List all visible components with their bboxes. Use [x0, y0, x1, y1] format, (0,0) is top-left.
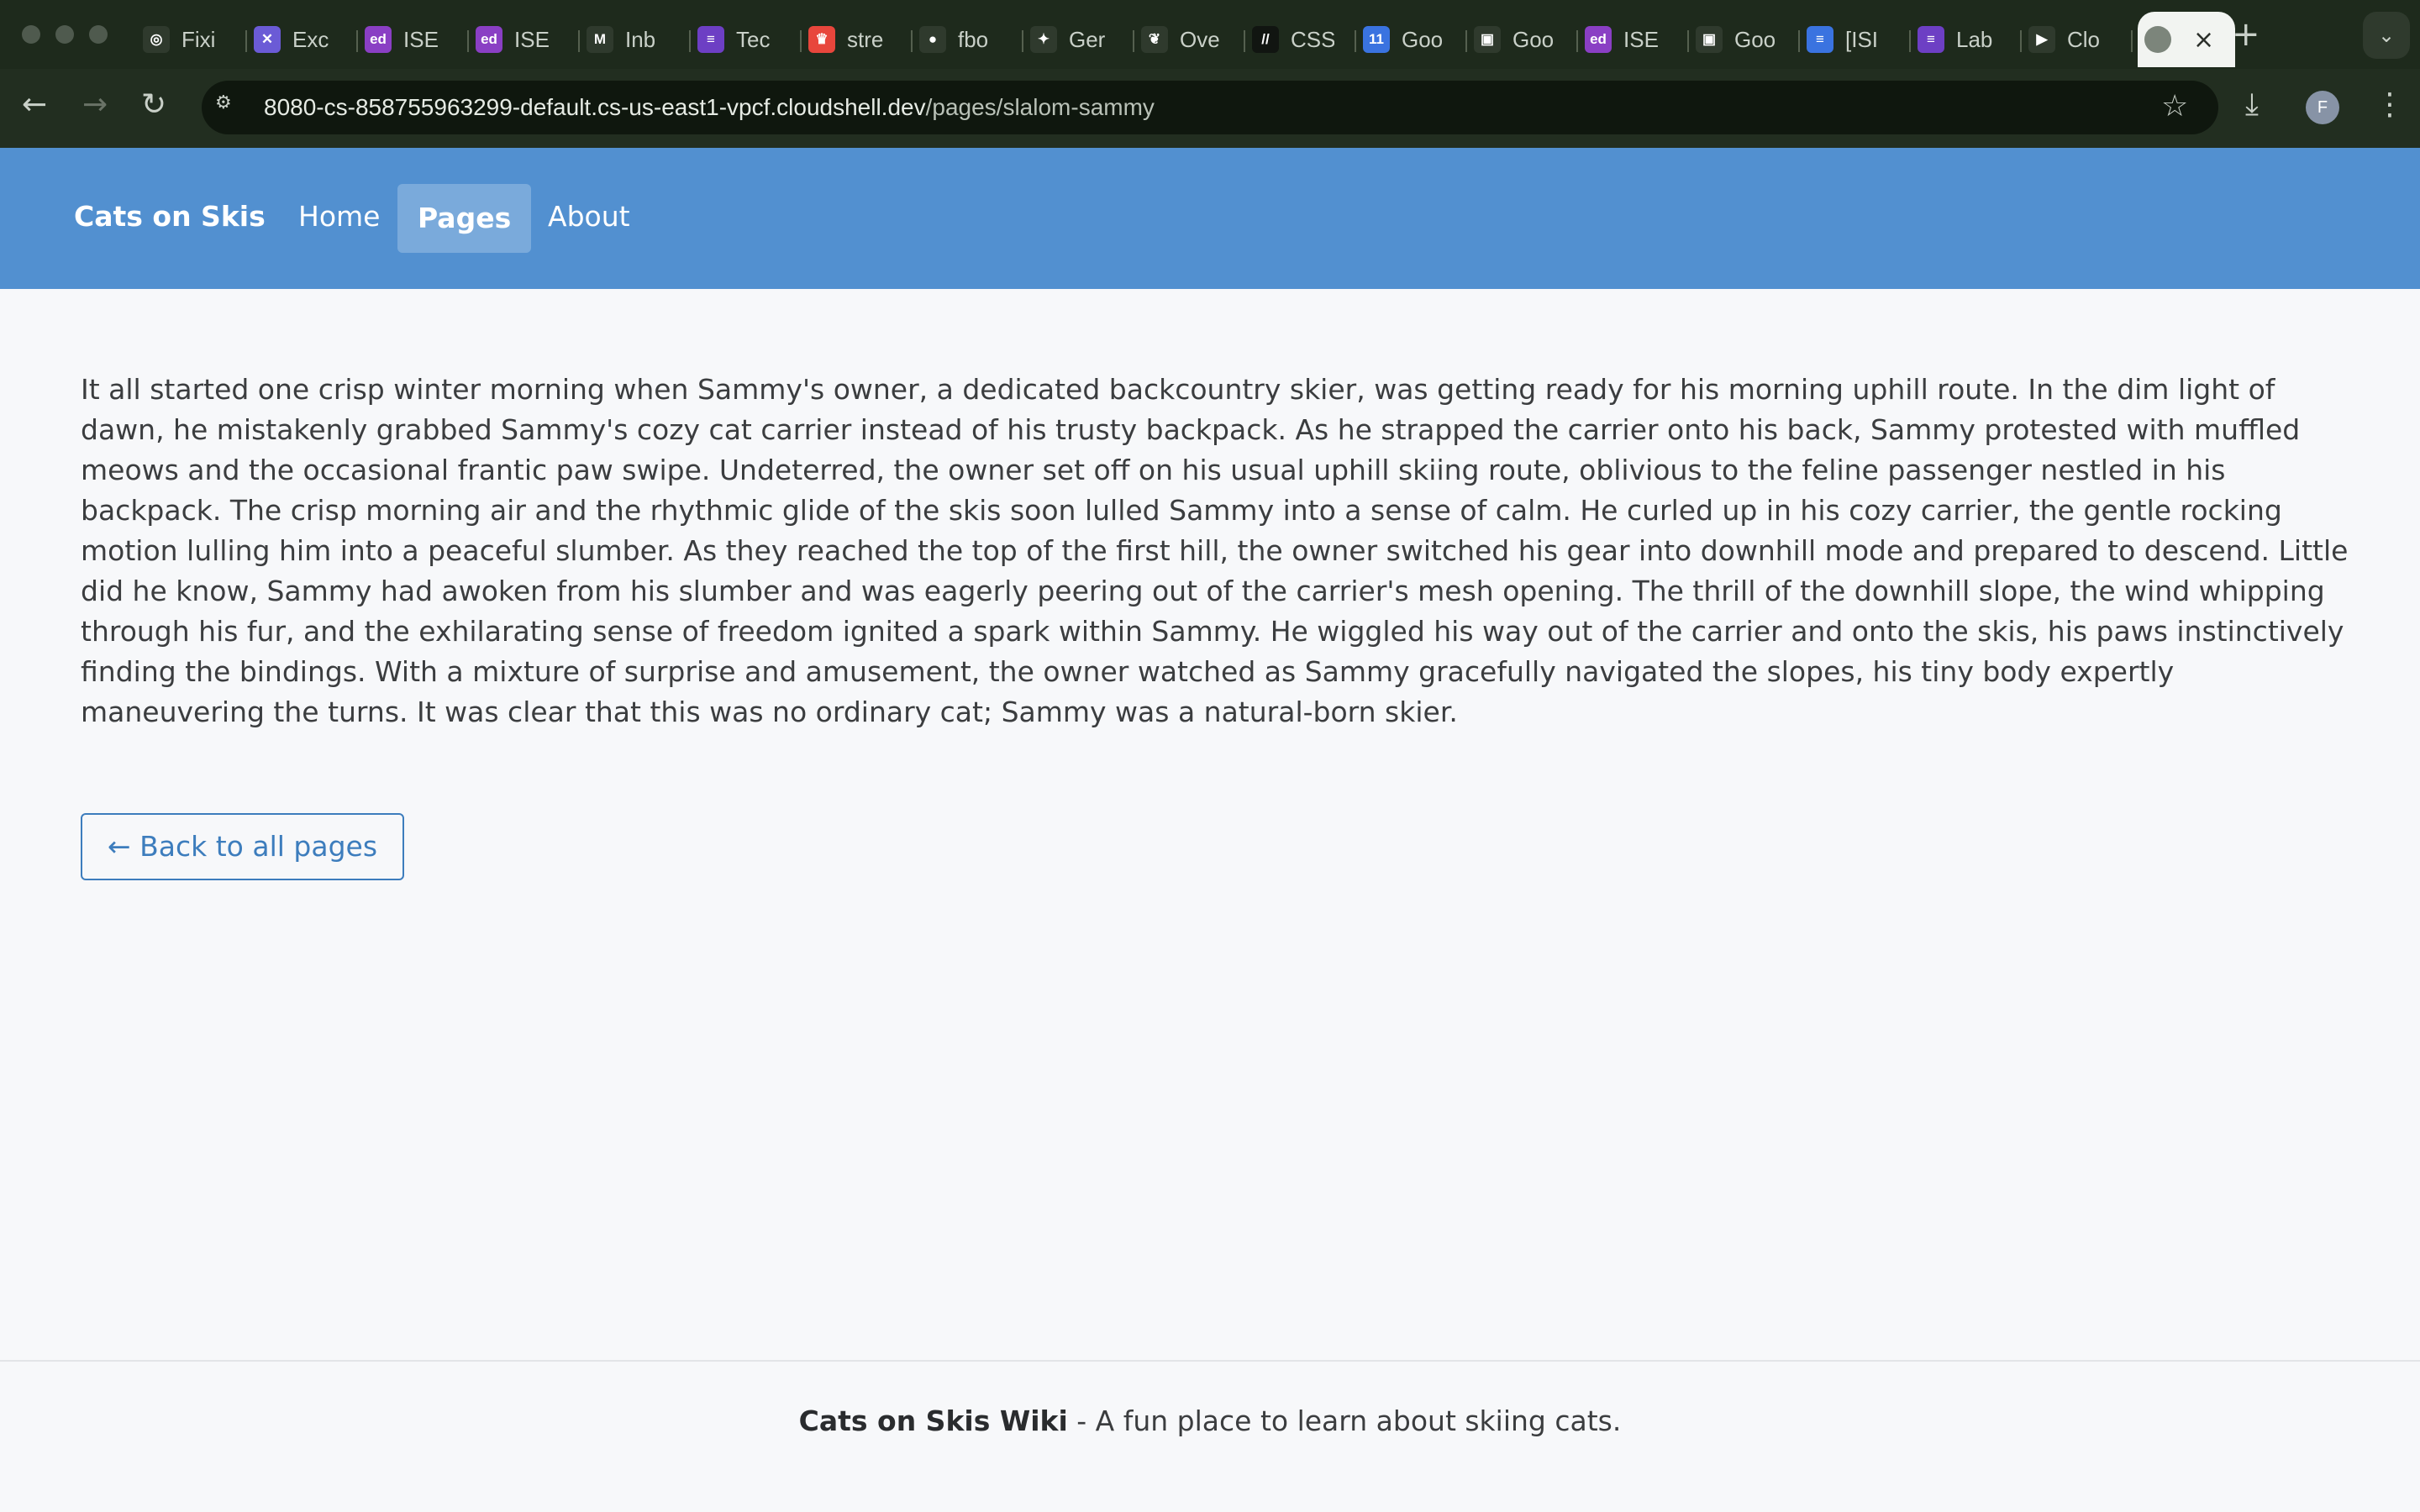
- back-to-all-pages-button[interactable]: ← Back to all pages: [81, 813, 404, 880]
- browser-tab[interactable]: ed ISE: [358, 12, 469, 67]
- story-paragraph: It all started one crisp winter morning …: [81, 373, 2349, 728]
- list-icon: ≡: [697, 26, 724, 53]
- browser-tab[interactable]: ≡ Tec: [691, 12, 802, 67]
- footer-title: Cats on Skis Wiki: [798, 1404, 1068, 1437]
- close-tab-icon[interactable]: ×: [2193, 25, 2214, 55]
- active-browser-tab[interactable]: ×: [2138, 12, 2235, 67]
- tab-title: Ger: [1069, 26, 1106, 52]
- meet-icon: ▣: [1474, 26, 1501, 53]
- browser-tab[interactable]: ◎ Fixi: [136, 12, 247, 67]
- github-icon: ●: [919, 26, 946, 53]
- nav-about[interactable]: About: [548, 200, 630, 233]
- tab-title: ISE: [403, 26, 439, 52]
- reload-icon[interactable]: ↻: [141, 87, 166, 122]
- ed-icon: ed: [476, 26, 502, 53]
- docs-icon: ≡: [1807, 26, 1833, 53]
- browser-tab[interactable]: 11 Goo: [1356, 12, 1467, 67]
- gmail-icon: M: [587, 26, 613, 53]
- window-zoom-dot[interactable]: [89, 25, 108, 44]
- window-minimize-dot[interactable]: [55, 25, 74, 44]
- tab-title: ISE: [514, 26, 550, 52]
- ed-icon: ed: [1585, 26, 1612, 53]
- tab-title: Clo: [2067, 26, 2101, 52]
- browser-tab[interactable]: ● fbo: [913, 12, 1023, 67]
- gemini-icon: ✦: [1030, 26, 1057, 53]
- browser-tab[interactable]: ▶ Clo: [2022, 12, 2133, 67]
- tab-title: Tec: [736, 26, 771, 52]
- browser-tab[interactable]: ≡ Lab: [1911, 12, 2022, 67]
- url-host: 8080-cs-858755963299-default.cs-us-east1…: [264, 94, 926, 120]
- tab-search-button[interactable]: ⌄: [2363, 12, 2410, 59]
- tab-title: stre: [847, 26, 884, 52]
- url-path: /pages/slalom-sammy: [925, 94, 1155, 120]
- tab-title: Goo: [1402, 26, 1444, 52]
- browser-tab[interactable]: ✕ Exc: [247, 12, 358, 67]
- download-icon[interactable]: ⤓: [2245, 87, 2259, 123]
- list-icon: ≡: [1918, 26, 1944, 53]
- bookmark-star-icon[interactable]: ☆: [2161, 89, 2188, 123]
- tab-title: Ove: [1180, 26, 1220, 52]
- tab-title: Exc: [292, 26, 329, 52]
- openai-icon: ◎: [143, 26, 170, 53]
- nav-pages[interactable]: Pages: [397, 184, 532, 253]
- ed-icon: ed: [365, 26, 392, 53]
- browser-tab[interactable]: ▣ Goo: [1689, 12, 1800, 67]
- site-brand[interactable]: Cats on Skis: [74, 200, 266, 233]
- css-icon: //: [1252, 26, 1279, 53]
- excalidraw-icon: ✕: [254, 26, 281, 53]
- back-arrow-icon[interactable]: ←: [22, 87, 47, 122]
- tab-title: fbo: [958, 26, 989, 52]
- site-footer: Cats on Skis Wiki - A fun place to learn…: [0, 1404, 2420, 1437]
- nav-home[interactable]: Home: [298, 200, 380, 233]
- forward-arrow-icon[interactable]: →: [82, 87, 108, 122]
- browser-menu-icon[interactable]: ⋮: [2375, 87, 2405, 122]
- tab-title: ISE: [1623, 26, 1659, 52]
- tab-title: CSS: [1291, 26, 1334, 52]
- tab-title: Fixi: [182, 26, 216, 52]
- site-info-icon[interactable]: ⚙: [215, 92, 244, 121]
- browser-tab[interactable]: // CSS: [1245, 12, 1356, 67]
- meet-icon: ▣: [1696, 26, 1723, 53]
- overleaf-icon: ❦: [1141, 26, 1168, 53]
- browser-tab[interactable]: ✦ Ger: [1023, 12, 1134, 67]
- streamlit-icon: ♛: [808, 26, 835, 53]
- new-tab-button[interactable]: +: [2232, 15, 2260, 54]
- browser-tab[interactable]: M Inb: [580, 12, 691, 67]
- browser-tab[interactable]: ▣ Goo: [1467, 12, 1578, 67]
- browser-tab[interactable]: ≡ [ISI: [1800, 12, 1911, 67]
- tab-title: Inb: [625, 26, 656, 52]
- globe-icon: [2144, 26, 2171, 53]
- browser-tab[interactable]: ♛ stre: [802, 12, 913, 67]
- url-text[interactable]: 8080-cs-858755963299-default.cs-us-east1…: [264, 94, 1155, 121]
- tab-title: [ISI: [1845, 26, 1879, 52]
- window-close-dot[interactable]: [22, 25, 40, 44]
- profile-avatar[interactable]: F: [2306, 91, 2339, 124]
- tab-separator: [2131, 30, 2133, 52]
- browser-tab[interactable]: ❦ Ove: [1134, 12, 1245, 67]
- browser-tab[interactable]: ed ISE: [1578, 12, 1689, 67]
- tab-strip: ◎ Fixi ✕ Exc ed ISE ed ISE M Inb ≡ Tec ♛ stre ● fbo ✦ Ger…: [136, 12, 2235, 67]
- tab-title: Goo: [1512, 26, 1555, 52]
- cloudshell-icon: ▶: [2028, 26, 2055, 53]
- footer-divider: [0, 1360, 2420, 1362]
- calendar-icon: 11: [1363, 26, 1390, 53]
- tab-title: Lab: [1956, 26, 1993, 52]
- footer-tagline: - A fun place to learn about skiing cats…: [1067, 1404, 1622, 1437]
- tab-title: Goo: [1734, 26, 1776, 52]
- browser-tab[interactable]: ed ISE: [469, 12, 580, 67]
